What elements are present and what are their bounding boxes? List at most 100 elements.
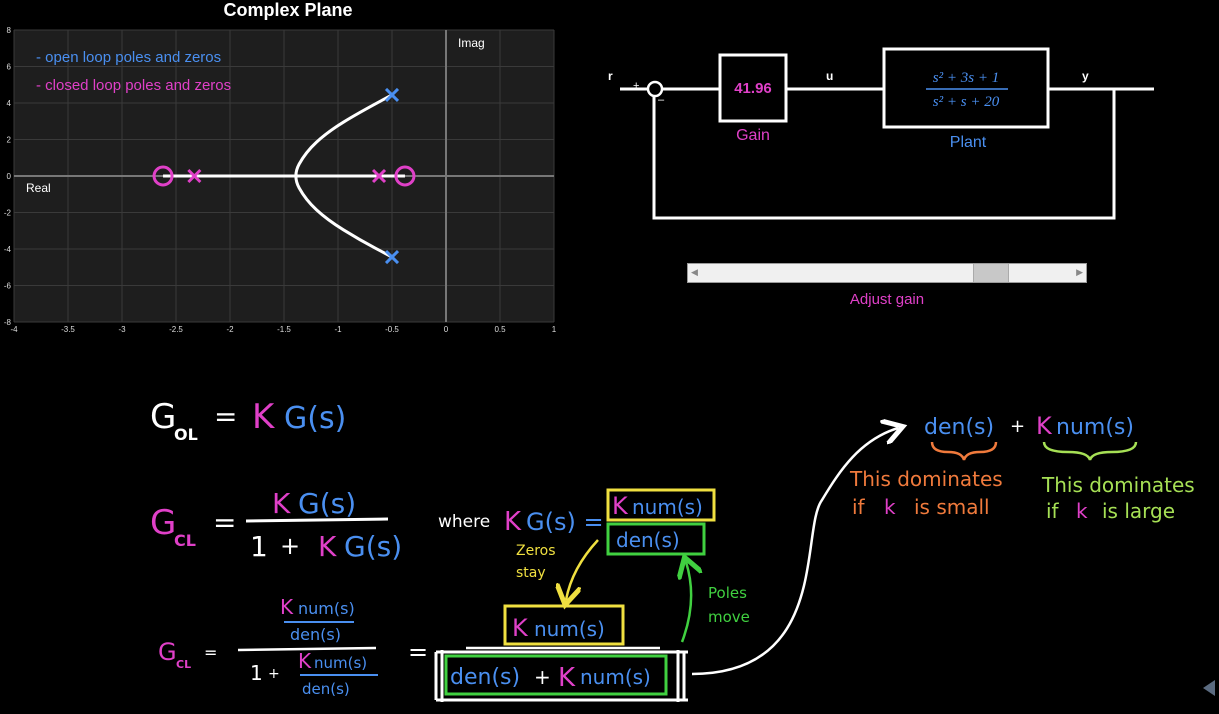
svg-text:stay: stay bbox=[516, 565, 546, 581]
svg-text:num(s): num(s) bbox=[298, 599, 355, 618]
x-tick-label: -3.5 bbox=[61, 325, 75, 334]
svg-text:K: K bbox=[504, 507, 522, 537]
y-tick-label: 4 bbox=[7, 99, 12, 108]
svg-text:This dominates: This dominates bbox=[1041, 473, 1195, 497]
svg-text:num(s): num(s) bbox=[580, 665, 651, 689]
svg-text:G(s) =: G(s) = bbox=[526, 508, 604, 536]
svg-text:K: K bbox=[612, 492, 629, 520]
svg-text:k: k bbox=[1076, 499, 1088, 523]
gain-slider[interactable]: ◀ ▶ bbox=[687, 263, 1087, 283]
svg-text:G: G bbox=[150, 503, 176, 543]
svg-text:K: K bbox=[272, 487, 291, 520]
svg-text:move: move bbox=[708, 608, 750, 626]
handwritten-notes: G OL = K G(s) G CL = K G(s) 1 + K G(s) w… bbox=[150, 397, 1195, 702]
x-tick-label: -3 bbox=[118, 325, 126, 334]
svg-text:OL: OL bbox=[174, 425, 198, 444]
svg-text:G(s): G(s) bbox=[284, 401, 346, 436]
gain-label: Gain bbox=[736, 127, 770, 144]
svg-text:Poles: Poles bbox=[708, 584, 747, 602]
svg-text:k: k bbox=[884, 495, 896, 519]
x-tick-label: -1.5 bbox=[277, 325, 291, 334]
y-tick-label: 8 bbox=[7, 26, 12, 35]
x-tick-label: 1 bbox=[552, 325, 557, 334]
svg-text:G: G bbox=[158, 638, 177, 666]
legend-closed-loop: - closed loop poles and zeros bbox=[36, 77, 231, 94]
svg-text:if: if bbox=[1046, 499, 1060, 523]
x-tick-label: 0 bbox=[444, 325, 449, 334]
slider-left-arrow[interactable]: ◀ bbox=[691, 267, 698, 278]
svg-text:K: K bbox=[1036, 412, 1053, 440]
svg-text:den(s): den(s) bbox=[450, 665, 520, 690]
x-tick-label: 0.5 bbox=[494, 325, 506, 334]
svg-text:=: = bbox=[204, 643, 217, 662]
x-tick-label: -2 bbox=[226, 325, 234, 334]
slider-right-arrow[interactable]: ▶ bbox=[1076, 267, 1083, 278]
y-label: y bbox=[1082, 69, 1089, 83]
svg-text:This dominates: This dominates bbox=[849, 467, 1003, 491]
u-label: u bbox=[826, 69, 833, 83]
slider-thumb[interactable] bbox=[973, 264, 1010, 282]
imag-axis-label: Imag bbox=[458, 36, 485, 50]
svg-text:G(s): G(s) bbox=[344, 530, 402, 563]
y-tick-label: 0 bbox=[7, 172, 12, 181]
svg-text:K: K bbox=[512, 614, 529, 642]
svg-text:K: K bbox=[318, 530, 337, 563]
equation-closed-loop: G CL = K G(s) 1 + K G(s) bbox=[150, 487, 402, 563]
svg-text:num(s): num(s) bbox=[534, 617, 605, 641]
svg-text:1: 1 bbox=[250, 661, 263, 685]
svg-text:where: where bbox=[438, 512, 490, 532]
svg-text:den(s): den(s) bbox=[924, 415, 994, 440]
svg-text:+: + bbox=[534, 665, 551, 689]
svg-text:=: = bbox=[408, 638, 428, 666]
y-tick-label: -6 bbox=[4, 282, 12, 291]
svg-text:G(s): G(s) bbox=[298, 487, 356, 520]
svg-text:CL: CL bbox=[174, 531, 196, 550]
svg-text:is large: is large bbox=[1102, 499, 1175, 523]
svg-text:=: = bbox=[214, 400, 237, 433]
equation-open-loop: G OL = K G(s) bbox=[150, 397, 346, 444]
complex-plane-plot: -4 -3.5 -3 -2.5 -2 -1.5 -1 -0.5 0 0.5 1 8 6 4 2 0 -2 -4 -6… bbox=[4, 26, 557, 334]
r-label: r bbox=[608, 69, 613, 83]
svg-text:den(s): den(s) bbox=[290, 625, 341, 644]
svg-text:+: + bbox=[268, 666, 280, 682]
svg-text:+: + bbox=[280, 532, 300, 560]
svg-text:den(s): den(s) bbox=[616, 528, 680, 552]
real-axis-label: Real bbox=[26, 181, 51, 195]
svg-text:is small: is small bbox=[914, 495, 990, 519]
svg-text:if: if bbox=[852, 495, 866, 519]
gain-value: 41.96 bbox=[734, 80, 772, 97]
svg-text:num(s): num(s) bbox=[314, 654, 367, 672]
svg-text:1: 1 bbox=[250, 530, 268, 563]
svg-text:K: K bbox=[280, 595, 294, 619]
minus-sign: – bbox=[658, 94, 665, 106]
svg-text:den(s): den(s) bbox=[302, 680, 350, 698]
y-tick-label: -4 bbox=[4, 245, 12, 254]
y-tick-label: -8 bbox=[4, 318, 12, 327]
svg-text:K: K bbox=[252, 397, 276, 437]
svg-text:Zeros: Zeros bbox=[516, 543, 556, 559]
svg-text:G: G bbox=[150, 397, 176, 437]
x-tick-label: -1 bbox=[334, 325, 342, 334]
x-tick-label: -0.5 bbox=[385, 325, 399, 334]
plant-label: Plant bbox=[950, 134, 987, 151]
svg-text:num(s): num(s) bbox=[632, 495, 703, 519]
dominance-notes: den(s) + K num(s) This dominates if k is… bbox=[849, 412, 1195, 523]
svg-text:=: = bbox=[213, 506, 236, 539]
plus-sign: + bbox=[633, 80, 639, 92]
corner-arrow-icon bbox=[1203, 680, 1215, 696]
svg-text:+: + bbox=[1010, 416, 1025, 437]
x-tick-label: -2.5 bbox=[169, 325, 183, 334]
y-tick-label: 6 bbox=[7, 63, 12, 72]
plant-denominator: s² + s + 20 bbox=[933, 94, 1000, 110]
plant-numerator: s² + 3s + 1 bbox=[933, 70, 999, 86]
svg-text:K: K bbox=[298, 649, 312, 673]
block-diagram: r + – u y 41.96 Gain s² + 3s + 1 s² + s … bbox=[608, 47, 1154, 220]
svg-text:num(s): num(s) bbox=[1056, 415, 1134, 440]
x-tick-label: -4 bbox=[10, 325, 18, 334]
svg-text:K: K bbox=[558, 663, 576, 693]
plant-block bbox=[882, 47, 1050, 129]
y-tick-label: 2 bbox=[7, 136, 12, 145]
slider-label: Adjust gain bbox=[849, 291, 925, 308]
y-tick-label: -2 bbox=[4, 209, 12, 218]
legend-open-loop: - open loop poles and zeros bbox=[36, 49, 221, 66]
